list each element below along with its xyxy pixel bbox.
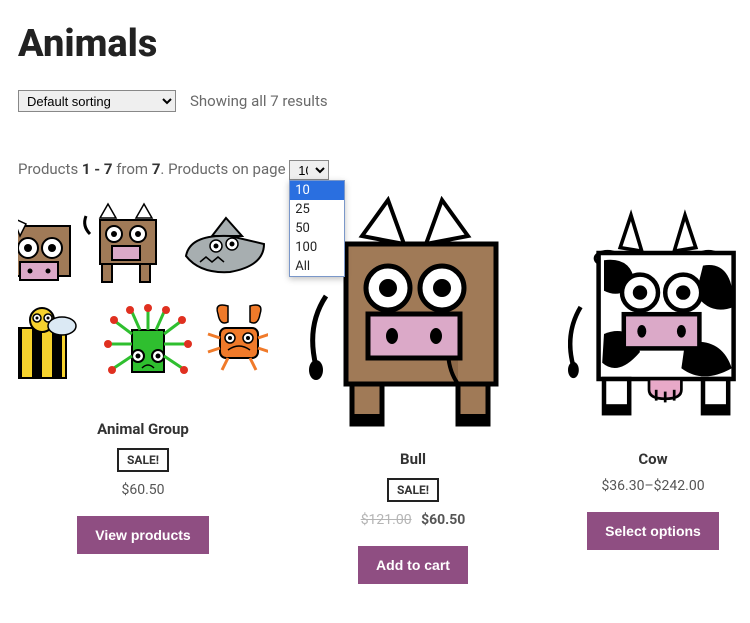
results-count: Showing all 7 results [190,92,328,110]
per-page-option-10[interactable]: 10 [290,181,344,200]
per-page-option-100[interactable]: 100 [290,238,344,257]
select-options-button[interactable]: Select options [587,512,719,550]
product-card-cow: Cow $36.30–$242.00 Select options [558,196,748,550]
animal-group-icon [18,196,268,406]
product-title: Cow [558,450,748,468]
pager-suffix: . Products on page [160,160,289,178]
sale-badge: SALE! [387,478,439,502]
product-grid: Animal Group SALE! $60.50 View products [18,196,732,584]
pager-mid: from [113,160,152,178]
view-products-button[interactable]: View products [77,516,208,554]
product-old-price: $121.00 [361,512,412,528]
add-to-cart-button[interactable]: Add to cart [358,546,468,584]
sort-row: Default sorting Showing all 7 results [18,90,732,112]
per-page-select[interactable]: 10 [289,160,329,180]
product-card-animal-group: Animal Group SALE! $60.50 View products [18,196,268,554]
pager-prefix: Products [18,160,82,178]
per-page-option-all[interactable]: All [290,257,344,276]
per-page-option-25[interactable]: 25 [290,200,344,219]
product-image[interactable] [558,196,748,436]
cow-icon [568,196,748,436]
per-page-wrap: 10 10 25 50 100 All [289,160,329,180]
product-image[interactable] [18,196,268,406]
product-price: $60.50 [18,482,268,498]
pager-range: 1 - 7 [82,160,113,178]
sort-select[interactable]: Default sorting [18,90,176,112]
product-price-value: $60.50 [421,512,465,528]
sale-badge: SALE! [117,448,169,472]
products-info: Products 1 - 7 from 7. Products on page … [18,160,732,180]
product-price: $121.00 $60.50 [308,512,518,528]
product-price: $36.30–$242.00 [558,478,748,494]
product-title: Bull [308,450,518,468]
page-title: Animals [18,22,732,66]
per-page-option-50[interactable]: 50 [290,219,344,238]
product-title: Animal Group [18,420,268,438]
per-page-dropdown: 10 25 50 100 All [289,180,345,277]
